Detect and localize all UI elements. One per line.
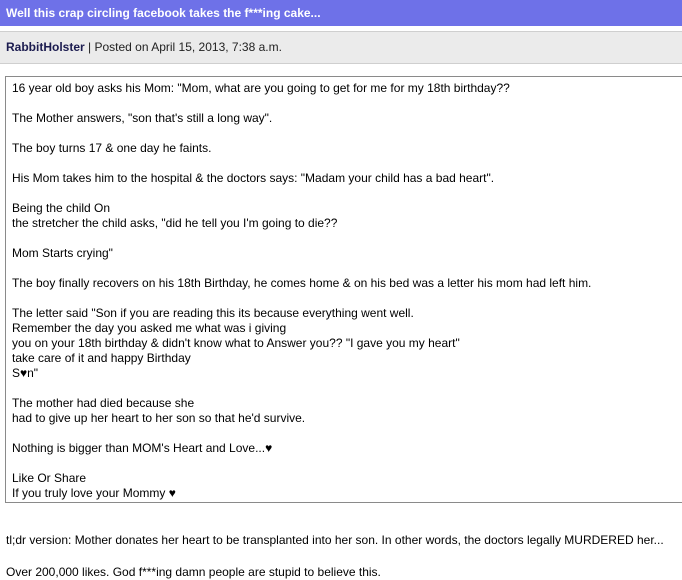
quote-line: Like Or Share <box>12 471 87 485</box>
quote-line: His Mom takes him to the hospital & the … <box>12 171 495 185</box>
quote-line: The letter said "Son if you are reading … <box>12 306 414 320</box>
quote-line: Nothing is bigger than MOM's Heart and L… <box>12 441 273 455</box>
quote-paragraph: The letter said "Son if you are reading … <box>12 306 682 381</box>
quote-line: the stretcher the child asks, "did he te… <box>12 216 338 230</box>
quote-paragraph: The mother had died because she had to gi… <box>12 396 682 426</box>
post-byline: RabbitHolster | Posted on April 15, 2013… <box>0 31 682 64</box>
quote-line: had to give up her heart to her son so t… <box>12 411 306 425</box>
likes-comment: Over 200,000 likes. God f***ing damn peo… <box>6 565 381 579</box>
quote-line: S♥n" <box>12 366 39 380</box>
author-link[interactable]: RabbitHolster <box>6 40 85 54</box>
byline-separator: | <box>84 40 95 54</box>
quote-paragraph: His Mom takes him to the hospital & the … <box>12 171 682 186</box>
quote-paragraph: The boy turns 17 & one day he faints. <box>12 141 682 156</box>
quote-line: The boy turns 17 & one day he faints. <box>12 141 212 155</box>
quote-line: If you truly love your Mommy ♥ <box>12 486 176 500</box>
quote-paragraph: The Mother answers, "son that's still a … <box>12 111 682 126</box>
quote-paragraph: The boy finally recovers on his 18th Bir… <box>12 276 682 291</box>
tldr-comment: tl;dr version: Mother donates her heart … <box>6 533 664 547</box>
quote-paragraph: 16 year old boy asks his Mom: "Mom, what… <box>12 81 682 96</box>
quote-line: take care of it and happy Birthday <box>12 351 191 365</box>
quote-line: Being the child On <box>12 201 111 215</box>
quote-paragraph: Being the child On the stretcher the chil… <box>12 201 682 231</box>
post-date: Posted on April 15, 2013, 7:38 a.m. <box>94 40 282 54</box>
quote-line: Mom Starts crying" <box>12 246 113 260</box>
quote-paragraph: Mom Starts crying" <box>12 246 682 261</box>
quoted-post: 16 year old boy asks his Mom: "Mom, what… <box>5 76 682 503</box>
quote-paragraph: Like Or Share If you truly love your Momm… <box>12 471 682 501</box>
quote-paragraph: Nothing is bigger than MOM's Heart and L… <box>12 441 682 456</box>
post-title: Well this crap circling facebook takes t… <box>0 0 682 26</box>
quote-line: 16 year old boy asks his Mom: "Mom, what… <box>12 81 510 95</box>
quote-line: Remember the day you asked me what was i… <box>12 321 287 335</box>
quote-line: you on your 18th birthday & didn't know … <box>12 336 460 350</box>
quote-line: The mother had died because she <box>12 396 195 410</box>
quote-line: The Mother answers, "son that's still a … <box>12 111 273 125</box>
quote-line: The boy finally recovers on his 18th Bir… <box>12 276 592 290</box>
